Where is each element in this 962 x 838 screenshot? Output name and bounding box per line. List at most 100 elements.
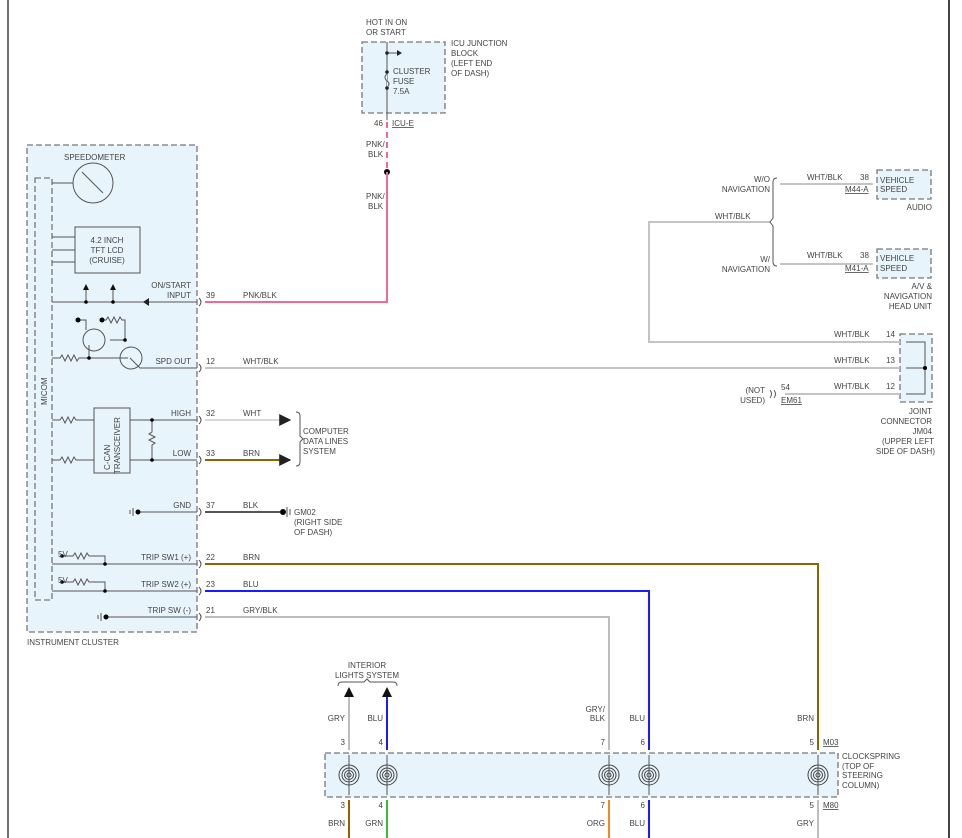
connector-id: EM61: [781, 396, 802, 405]
interior-lights-label: LIGHTS SYSTEM: [335, 671, 399, 680]
icu-name: (LEFT END: [451, 59, 492, 68]
wire-color: WHT/BLK: [807, 173, 843, 182]
5v-label: 5V: [58, 550, 68, 559]
wire-color: GRY/BLK: [243, 606, 278, 615]
pin-number: 23: [206, 580, 215, 589]
pin-number: 33: [206, 449, 215, 458]
pin-number: 5: [810, 738, 815, 747]
5v-label: 5V: [58, 576, 68, 585]
pin-number: 39: [206, 291, 215, 300]
wire-color: GRN: [365, 819, 383, 828]
module-input: VEHICLE: [880, 254, 914, 263]
instrument-cluster-label: INSTRUMENT CLUSTER: [27, 638, 119, 647]
wire-color: BLK: [590, 714, 606, 723]
module-input: SPEED: [880, 185, 907, 194]
pin-number: 7: [601, 738, 606, 747]
clockspring-box: [324, 752, 839, 798]
wire-color: WHT: [243, 409, 261, 418]
wire-color: WHT/BLK: [243, 357, 279, 366]
pin-label: TRIP SW2 (+): [141, 580, 191, 589]
pin-number: 32: [206, 409, 215, 418]
icu-name: BLOCK: [451, 49, 479, 58]
icu-name: ICU JUNCTION: [451, 39, 508, 48]
option-label: W/: [760, 255, 771, 264]
joint-name: JM04: [912, 427, 932, 436]
wire-color: ORG: [587, 819, 605, 828]
pin-number: 6: [641, 738, 646, 747]
pin-number: 54: [781, 383, 790, 392]
icu-pin: 46: [374, 119, 383, 128]
wire-color: GRY: [797, 819, 815, 828]
wire-color: BLK: [368, 202, 384, 211]
wire-color: GRY/: [586, 705, 606, 714]
joint-name: JOINT: [909, 407, 932, 416]
connector-id: M80: [823, 801, 839, 810]
ground-location: OF DASH): [294, 528, 333, 537]
joint-name: (UPPER LEFT: [882, 437, 934, 446]
wire-color: BRN: [328, 819, 345, 828]
module-name: HEAD UNIT: [889, 302, 932, 311]
wire-color: WHT/BLK: [834, 330, 870, 339]
wire-color: BLU: [367, 714, 383, 723]
pin-number: 4: [379, 738, 384, 747]
icu-name: OF DASH): [451, 69, 490, 78]
pin-number: 13: [886, 356, 895, 365]
wire-color: BLU: [629, 714, 645, 723]
pin-number: 4: [379, 801, 384, 810]
pin-number: 6: [641, 801, 646, 810]
pin-number: 12: [886, 382, 895, 391]
lcd-label: (CRUISE): [89, 256, 125, 265]
clockspring-name: COLUMN): [842, 781, 880, 790]
transceiver-label: TRANSCEIVER: [113, 417, 122, 474]
module-input: SPEED: [880, 264, 907, 273]
pin-label: GND: [173, 501, 191, 510]
c-can-transceiver: [93, 407, 131, 474]
ground-location: (RIGHT SIDE: [294, 518, 342, 527]
wire-color: WHT/BLK: [834, 356, 870, 365]
data-lines-label: COMPUTER: [303, 427, 349, 436]
module-name: A/V &: [912, 282, 933, 291]
wire-color: PNK/BLK: [243, 291, 277, 300]
wire-color: PNK/: [366, 192, 385, 201]
wire-color: WHT/BLK: [834, 382, 870, 391]
wire-color: WHT/BLK: [715, 212, 751, 221]
pin-label: TRIP SW (-): [148, 606, 192, 615]
module-name: NAVIGATION: [884, 292, 932, 301]
joint-name: SIDE OF DASH): [876, 447, 935, 456]
pin-label: HIGH: [171, 409, 191, 418]
wire-color: BLU: [629, 819, 645, 828]
wire-color: BRN: [243, 449, 260, 458]
wire-color: BLK: [243, 501, 259, 510]
clockspring-name: (TOP OF: [842, 762, 874, 771]
icu-hot-label: HOT IN ON: [366, 18, 407, 27]
ground-name: GM02: [294, 508, 316, 517]
wire-color: BLK: [368, 150, 384, 159]
pin-number: 14: [886, 330, 895, 339]
wire-color: GRY: [328, 714, 346, 723]
joint-name: CONNECTOR: [881, 417, 933, 426]
clockspring-name: STEERING: [842, 771, 883, 780]
wire-color: BLU: [243, 580, 259, 589]
fuse-label: FUSE: [393, 77, 414, 86]
pin-number: 3: [341, 738, 346, 747]
option-label: W/O: [754, 175, 770, 184]
transceiver-label: C-CAN: [103, 444, 112, 470]
connector-id: M44-A: [845, 185, 869, 194]
pin-label: SPD OUT: [155, 357, 191, 366]
wire-color: BRN: [797, 714, 814, 723]
wire-color: BRN: [243, 553, 260, 562]
pin-label: INPUT: [167, 291, 191, 300]
wiring-diagram: HOT IN ON OR START ICU JUNCTION BLOCK (L…: [7, 0, 950, 838]
pin-number: 3: [341, 801, 346, 810]
not-used-label: (NOT: [745, 386, 765, 395]
module-name: AUDIO: [907, 203, 932, 212]
pin-number: 5: [810, 801, 815, 810]
lcd-label: 4.2 INCH: [91, 236, 124, 245]
speedometer-label: SPEEDOMETER: [64, 153, 126, 162]
fuse-label: 7.5A: [393, 87, 410, 96]
pin-number: 37: [206, 501, 215, 510]
pin-number: 21: [206, 606, 215, 615]
lcd-label: TFT LCD: [91, 246, 124, 255]
micom-label: MICOM: [40, 377, 49, 405]
pin-label: ON/START: [151, 281, 191, 290]
